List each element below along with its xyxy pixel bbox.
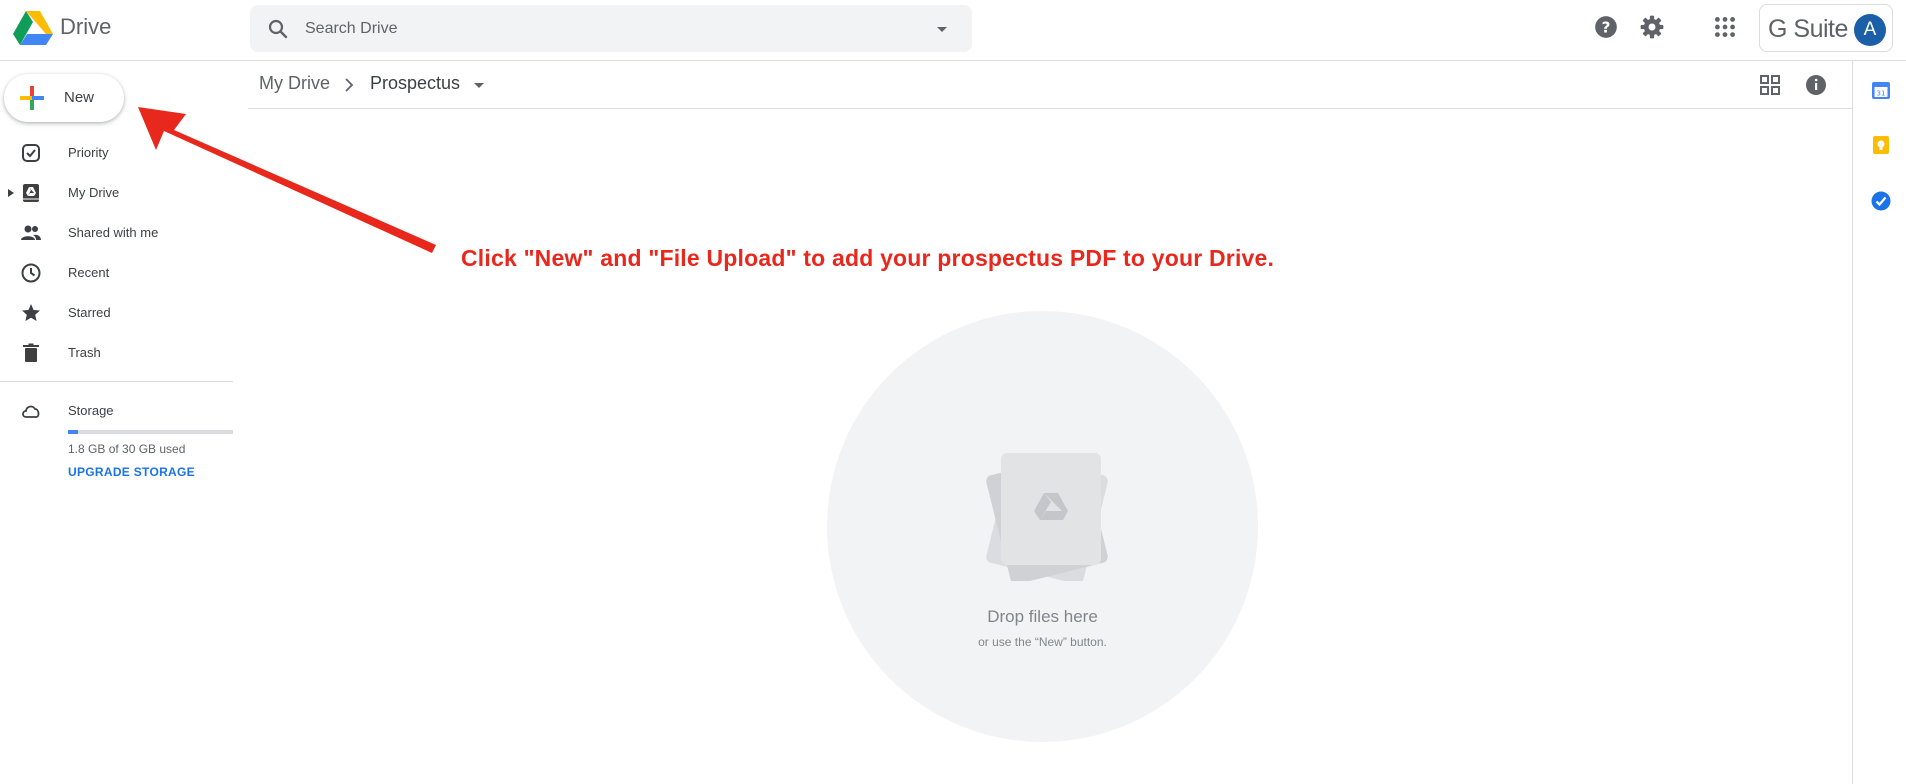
storage-label: Storage xyxy=(68,403,114,418)
app-title[interactable]: Drive xyxy=(60,14,111,40)
storage-progress-fill xyxy=(68,430,78,434)
sidebar-item-label: Starred xyxy=(68,305,111,320)
trash-icon xyxy=(23,343,39,362)
help-icon[interactable]: ? xyxy=(1593,14,1619,40)
shared-icon xyxy=(21,225,41,240)
star-icon xyxy=(22,304,40,321)
sidebar-divider xyxy=(0,381,233,382)
files-illustration-icon xyxy=(986,453,1108,581)
keep-icon[interactable] xyxy=(1870,134,1892,156)
chevron-down-icon[interactable] xyxy=(470,76,488,94)
breadcrumb: My Drive Prospectus xyxy=(248,61,1852,109)
top-bar: Drive ? xyxy=(0,0,1906,61)
expand-caret-icon[interactable] xyxy=(6,188,16,198)
storage-used-text: 1.8 GB of 30 GB used xyxy=(68,442,186,456)
search-options-icon[interactable] xyxy=(930,17,954,41)
annotation-arrow xyxy=(138,107,436,253)
apps-grid-icon[interactable] xyxy=(1712,14,1738,40)
info-icon[interactable] xyxy=(1804,73,1828,97)
drop-zone[interactable]: Drop files here or use the “New” button. xyxy=(827,311,1258,742)
sidebar-item-starred[interactable]: Starred xyxy=(0,295,233,331)
storage-progress-bar xyxy=(68,430,233,434)
sidebar-item-label: Recent xyxy=(68,265,110,280)
plus-icon xyxy=(20,86,44,110)
grid-view-icon[interactable] xyxy=(1758,73,1782,97)
drop-subtitle: or use the “New” button. xyxy=(978,635,1107,649)
search-input[interactable] xyxy=(305,5,905,52)
sidebar-item-trash[interactable]: Trash xyxy=(0,335,233,371)
sidebar-item-recent[interactable]: Recent xyxy=(0,255,233,291)
chevron-right-icon xyxy=(345,78,354,92)
sidebar-item-label: Priority xyxy=(68,145,109,160)
sidebar-item-storage[interactable]: Storage xyxy=(0,393,233,429)
breadcrumb-my-drive[interactable]: My Drive xyxy=(259,73,330,94)
annotation-text: Click "New" and "File Upload" to add you… xyxy=(461,245,1275,271)
search-box[interactable] xyxy=(250,5,972,52)
svg-text:31: 31 xyxy=(1877,90,1886,98)
avatar[interactable]: A xyxy=(1854,14,1886,46)
side-panel-rail: 31 xyxy=(1852,61,1906,784)
gsuite-brand: G Suite xyxy=(1768,15,1848,43)
drop-title: Drop files here xyxy=(987,607,1098,626)
settings-gear-icon[interactable] xyxy=(1639,14,1665,40)
breadcrumb-current-folder[interactable]: Prospectus xyxy=(370,73,460,94)
svg-text:?: ? xyxy=(1602,18,1611,36)
upgrade-storage-link[interactable]: UPGRADE STORAGE xyxy=(68,465,195,479)
my-drive-icon xyxy=(23,184,39,202)
sidebar-item-label: Trash xyxy=(68,345,101,360)
cloud-icon xyxy=(22,405,40,418)
priority-icon xyxy=(22,144,40,162)
search-icon[interactable] xyxy=(266,17,290,41)
clock-icon xyxy=(21,263,41,283)
new-button[interactable]: New xyxy=(4,74,124,122)
drive-logo-icon[interactable] xyxy=(13,10,53,46)
calendar-icon[interactable]: 31 xyxy=(1870,79,1892,101)
sidebar-item-label: My Drive xyxy=(68,185,120,200)
tasks-icon[interactable] xyxy=(1870,190,1892,212)
new-button-label: New xyxy=(64,89,95,106)
